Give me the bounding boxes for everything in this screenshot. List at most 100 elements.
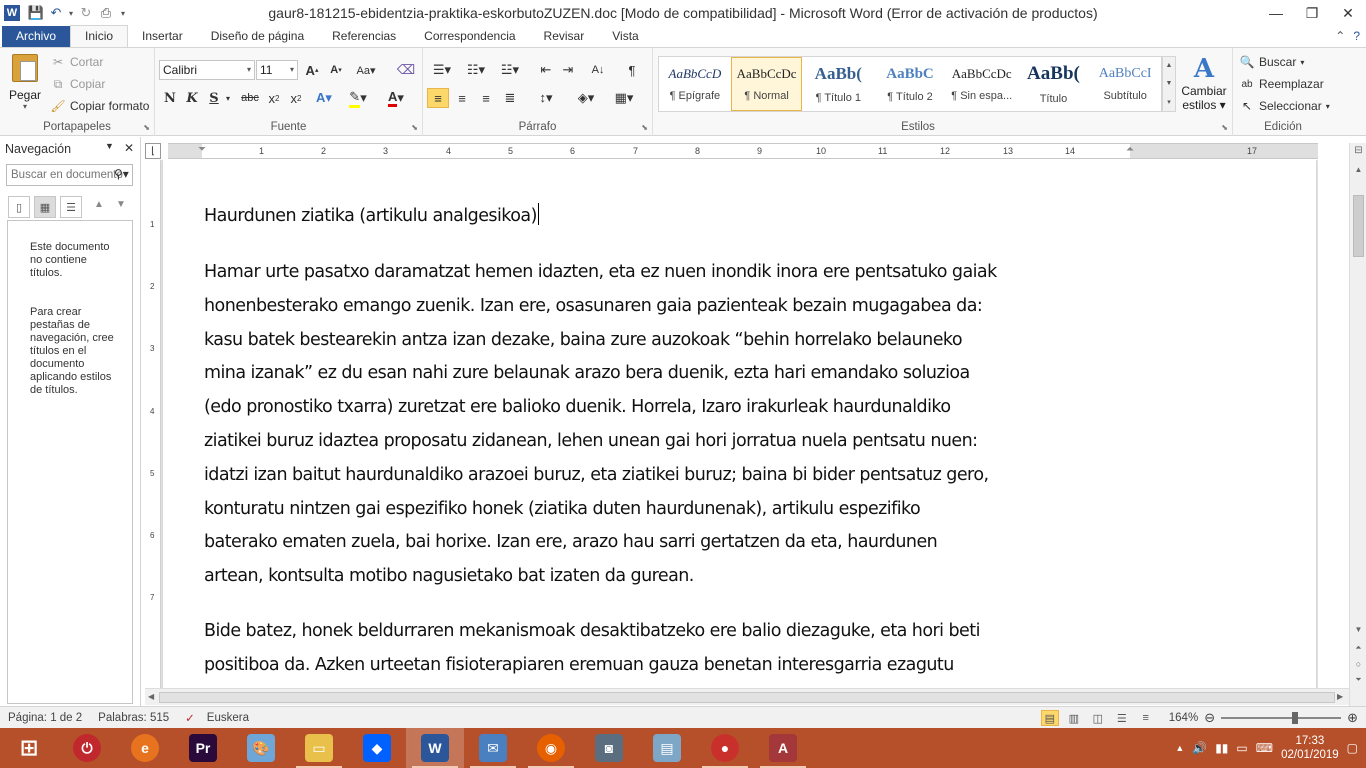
gallery-up-icon[interactable]: ▲ — [1166, 62, 1173, 69]
paragraph-1[interactable]: Hamar urte pasatxo daramatzat hemen idaz… — [204, 256, 1144, 594]
outline-view-icon[interactable]: ☰ — [1113, 710, 1131, 726]
camera-taskbar-button[interactable]: ◙ — [580, 728, 638, 768]
find-button[interactable]: 🔍 Buscar ▾ — [1239, 54, 1305, 70]
tab-correspondencia[interactable]: Correspondencia — [410, 26, 529, 47]
styles-gallery-scroll[interactable]: ▲ ▼ ▾ — [1162, 56, 1176, 112]
close-icon[interactable]: ✕ — [1330, 0, 1366, 26]
media-taskbar-button[interactable]: ● — [696, 728, 754, 768]
spelling-status[interactable]: ✓ Euskera — [177, 711, 257, 725]
zoom-level[interactable]: 164% — [1169, 712, 1198, 724]
scroll-up-icon[interactable]: ▲ — [1350, 165, 1366, 174]
minimize-icon[interactable]: — — [1258, 0, 1294, 26]
vertical-scroll-thumb[interactable] — [1353, 195, 1364, 257]
undo-icon[interactable]: ↶ — [46, 3, 66, 23]
replace-button[interactable]: ab Reemplazar — [1239, 76, 1323, 92]
borders-icon[interactable]: ▦▾ — [609, 88, 639, 108]
view-ruler-icon[interactable]: ⊟ — [1350, 145, 1366, 156]
zoom-slider[interactable] — [1221, 712, 1342, 724]
text-effects-icon[interactable]: A▾ — [313, 88, 335, 108]
redo-icon[interactable]: ↻ — [76, 3, 96, 23]
volume-icon[interactable]: 🔊 — [1192, 741, 1207, 755]
select-button[interactable]: ↖ Seleccionar ▾ — [1239, 98, 1330, 114]
scroll-left-icon[interactable]: ◀ — [148, 692, 154, 701]
page-count[interactable]: Página: 1 de 2 — [0, 712, 90, 724]
document-area[interactable]: Haurdunen ziatika (artikulu analgesikoa)… — [161, 160, 1318, 688]
scroll-down-icon[interactable]: ▼ — [1350, 625, 1366, 634]
strikethrough-icon[interactable]: abc — [239, 88, 261, 108]
dropbox-taskbar-button[interactable]: ◆ — [348, 728, 406, 768]
premiere-taskbar-button[interactable]: Pr — [174, 728, 232, 768]
gallery-more-icon[interactable]: ▾ — [1167, 98, 1171, 106]
zoom-out-icon[interactable]: ⊖ — [1204, 710, 1215, 726]
bullets-icon[interactable]: ☰▾ — [427, 60, 457, 80]
clock[interactable]: 17:33 02/01/2019 — [1281, 734, 1339, 762]
web-layout-icon[interactable]: ◫ — [1089, 710, 1107, 726]
align-center-icon[interactable]: ≡ — [451, 88, 473, 108]
horizontal-scroll-thumb[interactable] — [159, 692, 1335, 703]
bold-icon[interactable]: N — [159, 88, 181, 108]
customize-toolbar-icon[interactable]: ▾ — [116, 3, 130, 23]
vertical-scrollbar[interactable]: ⊟ ▲ ▼ ⏶ ○ ⏷ — [1349, 143, 1366, 706]
clear-format-icon[interactable]: ⌫ — [395, 60, 417, 80]
paste-button[interactable]: Pegar ▾ — [6, 54, 44, 111]
word-logo-icon[interactable]: W — [4, 5, 20, 21]
increase-indent-icon[interactable]: ⇥ — [557, 60, 579, 80]
subscript-icon[interactable]: x2 — [263, 88, 285, 108]
save-icon[interactable]: 💾 — [26, 3, 46, 23]
underline-dropdown-icon[interactable]: ▾ — [223, 88, 233, 108]
style-epigrafe[interactable]: AaBbCcD ¶ Epígrafe — [659, 57, 731, 111]
align-right-icon[interactable]: ≡ — [475, 88, 497, 108]
battery-icon[interactable]: ▭ — [1236, 741, 1247, 755]
tab-insertar[interactable]: Insertar — [128, 26, 197, 47]
minimize-ribbon-icon[interactable]: ⌃ — [1335, 29, 1345, 43]
show-formatting-icon[interactable]: ¶ — [621, 60, 643, 80]
file-explorer-taskbar-button[interactable]: ▭ — [290, 728, 348, 768]
search-icon[interactable]: ⚲▾ — [114, 167, 129, 181]
italic-icon[interactable]: K — [181, 88, 203, 108]
change-styles-button[interactable]: A Cambiar estilos ▾ — [1178, 54, 1230, 112]
decrease-indent-icon[interactable]: ⇤ — [535, 60, 557, 80]
paragraph-launcher-icon[interactable]: ⬊ — [641, 123, 648, 132]
multilevel-list-icon[interactable]: ☳▾ — [495, 60, 525, 80]
first-line-indent-icon[interactable]: ⏷ — [198, 144, 206, 155]
results-view-icon[interactable]: ☰ — [60, 196, 82, 218]
tab-diseno-pagina[interactable]: Diseño de página — [197, 26, 318, 47]
restore-icon[interactable]: ❐ — [1294, 0, 1330, 26]
paragraph-2[interactable]: Bide batez, honek beldurraren mekanismoa… — [204, 615, 1144, 683]
power-taskbar-button[interactable]: ⏻ — [58, 728, 116, 768]
copy-button[interactable]: ⧉ Copiar — [50, 76, 106, 92]
gallery-down-icon[interactable]: ▼ — [1166, 80, 1173, 87]
clipboard-launcher-icon[interactable]: ⬊ — [143, 123, 150, 132]
next-page-icon[interactable]: ⏷ — [1350, 675, 1366, 685]
style-sin-espaciado[interactable]: AaBbCcDc ¶ Sin espa... — [946, 57, 1018, 111]
headings-view-icon[interactable]: ▯ — [8, 196, 30, 218]
pages-view-icon[interactable]: ▦ — [34, 196, 56, 218]
notifications-icon[interactable]: ▢ — [1347, 741, 1358, 755]
word-taskbar-button[interactable]: W — [406, 728, 464, 768]
tray-overflow-icon[interactable]: ▲ — [1175, 743, 1184, 753]
help-icon[interactable]: ? — [1353, 29, 1360, 43]
shrink-font-icon[interactable]: A ▾ — [325, 60, 347, 80]
paint-taskbar-button[interactable]: 🎨 — [232, 728, 290, 768]
mail-taskbar-button[interactable]: ✉ — [464, 728, 522, 768]
undo-dropdown-icon[interactable]: ▾ — [66, 3, 76, 23]
tab-vista[interactable]: Vista — [598, 26, 652, 47]
firefox-taskbar-button[interactable]: ◉ — [522, 728, 580, 768]
numbering-icon[interactable]: ☷▾ — [461, 60, 491, 80]
font-name-combo[interactable]: Calibri ▾ — [159, 60, 255, 80]
next-result-icon[interactable]: ▼ — [116, 199, 126, 210]
access-taskbar-button[interactable]: A — [754, 728, 812, 768]
right-indent-icon[interactable]: ⏶ — [1126, 144, 1134, 155]
zoom-slider-thumb[interactable] — [1291, 712, 1298, 724]
style-subtitulo[interactable]: AaBbCcI Subtítulo — [1089, 57, 1161, 111]
cut-button[interactable]: ✂ Cortar — [50, 54, 103, 70]
format-painter-button[interactable]: 🖌 Copiar formato — [50, 98, 149, 114]
tab-revisar[interactable]: Revisar — [530, 26, 599, 47]
styles-launcher-icon[interactable]: ⬊ — [1221, 123, 1228, 132]
shading-icon[interactable]: ◈▾ — [571, 88, 601, 108]
tab-archivo[interactable]: Archivo — [2, 26, 71, 47]
style-titulo[interactable]: AaBb( Título — [1018, 57, 1090, 111]
vertical-ruler[interactable]: 1 2 3 4 5 6 7 — [147, 160, 161, 688]
navigation-close-icon[interactable]: ✕ — [124, 141, 134, 155]
grow-font-icon[interactable]: A ▴ — [301, 60, 323, 80]
